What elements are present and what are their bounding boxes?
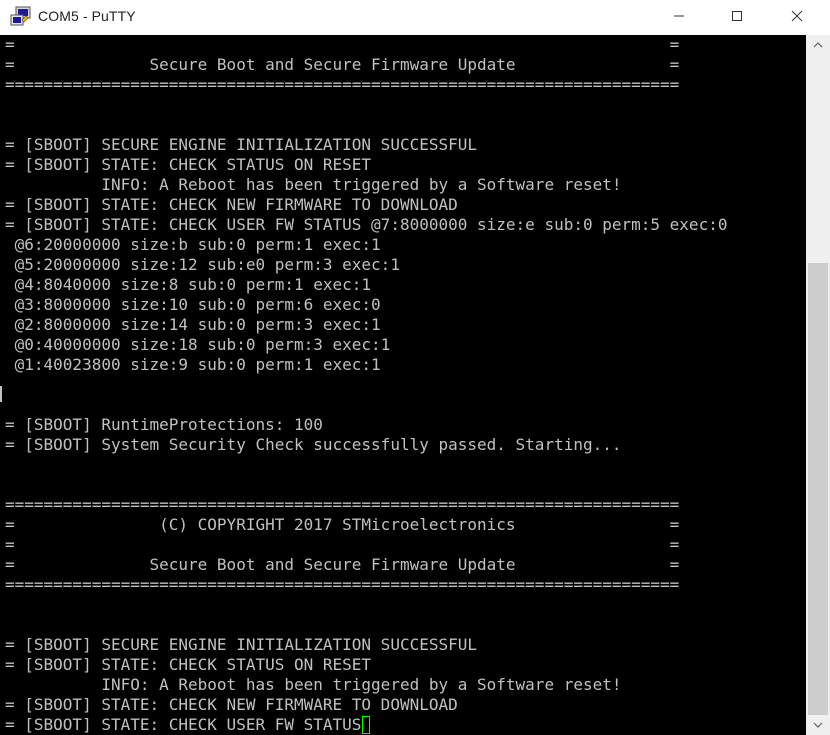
terminal-line-text: = [SBOOT] STATE: CHECK NEW FIRMWARE TO D… bbox=[5, 695, 458, 714]
terminal-line-text: @3:8000000 size:10 sub:0 perm:6 exec:0 bbox=[5, 295, 381, 314]
terminal-line-text: @2:8000000 size:14 sub:0 perm:3 exec:1 bbox=[5, 315, 381, 334]
terminal-screen[interactable]: = = = Secure Boot and Secure Firmware Upd… bbox=[0, 35, 806, 735]
window-title: COM5 - PuTTY bbox=[38, 8, 136, 24]
terminal-line-text: @6:20000000 size:b sub:0 perm:1 exec:1 bbox=[5, 235, 381, 254]
terminal-cursor bbox=[362, 716, 371, 734]
terminal-line-text: INFO: A Reboot has been triggered by a S… bbox=[5, 675, 622, 694]
terminal-line-text: = [SBOOT] STATE: CHECK USER FW STATUS @7… bbox=[5, 215, 728, 234]
terminal-line-text: = = bbox=[5, 535, 680, 554]
terminal-line: = [SBOOT] STATE: CHECK STATUS ON RESET bbox=[5, 655, 727, 675]
terminal-line-text: = Secure Boot and Secure Firmware Update… bbox=[5, 555, 680, 574]
terminal-line: = [SBOOT] STATE: CHECK NEW FIRMWARE TO D… bbox=[5, 195, 727, 215]
terminal-line: @5:20000000 size:12 sub:e0 perm:3 exec:1 bbox=[5, 255, 727, 275]
terminal-line: = [SBOOT] STATE: CHECK NEW FIRMWARE TO D… bbox=[5, 695, 727, 715]
minimize-button[interactable] bbox=[650, 0, 708, 32]
terminal-line: = [SBOOT] SECURE ENGINE INITIALIZATION S… bbox=[5, 135, 727, 155]
terminal-line: ========================================… bbox=[5, 495, 727, 515]
terminal-line-text: @1:40023800 size:9 sub:0 perm:1 exec:1 bbox=[5, 355, 381, 374]
terminal-line-text: = [SBOOT] STATE: CHECK NEW FIRMWARE TO D… bbox=[5, 195, 458, 214]
terminal-line-text: = [SBOOT] STATE: CHECK STATUS ON RESET bbox=[5, 655, 372, 674]
terminal-line: @0:40000000 size:18 sub:0 perm:3 exec:1 bbox=[5, 335, 727, 355]
maximize-icon bbox=[732, 11, 742, 21]
terminal-line-text: INFO: A Reboot has been triggered by a S… bbox=[5, 175, 622, 194]
terminal-line: = Secure Boot and Secure Firmware Update… bbox=[5, 555, 727, 575]
maximize-button[interactable] bbox=[708, 0, 766, 32]
terminal-line-text: ========================================… bbox=[5, 495, 680, 514]
terminal-line: = = bbox=[5, 535, 727, 555]
close-icon bbox=[791, 10, 803, 22]
terminal-line: @4:8040000 size:8 sub:0 perm:1 exec:1 bbox=[5, 275, 727, 295]
terminal-line: = [SBOOT] STATE: CHECK STATUS ON RESET bbox=[5, 155, 727, 175]
terminal-line: = [SBOOT] STATE: CHECK USER FW STATUS @7… bbox=[5, 215, 727, 235]
terminal-line: INFO: A Reboot has been triggered by a S… bbox=[5, 675, 727, 695]
close-button[interactable] bbox=[768, 0, 826, 32]
terminal-line-text: = [SBOOT] RuntimeProtections: 100 bbox=[5, 415, 323, 434]
terminal-line-text: = Secure Boot and Secure Firmware Update… bbox=[5, 55, 680, 74]
terminal-line: ========================================… bbox=[5, 75, 727, 95]
scroll-up-arrow-icon bbox=[813, 42, 823, 48]
terminal-line-text: @4:8040000 size:8 sub:0 perm:1 exec:1 bbox=[5, 275, 372, 294]
left-edge-marker bbox=[0, 386, 2, 402]
terminal-line: = (C) COPYRIGHT 2017 STMicroelectronics … bbox=[5, 515, 727, 535]
scroll-thumb[interactable] bbox=[808, 263, 828, 715]
terminal-line: = [SBOOT] System Security Check successf… bbox=[5, 435, 727, 455]
terminal-line-text: = [SBOOT] STATE: CHECK STATUS ON RESET bbox=[5, 155, 372, 174]
putty-window: COM5 - PuTTY = = = Secure Boot and Secur… bbox=[0, 0, 830, 735]
terminal-line: ========================================… bbox=[5, 575, 727, 595]
terminal-line: = Secure Boot and Secure Firmware Update… bbox=[5, 55, 727, 75]
terminal-line: @6:20000000 size:b sub:0 perm:1 exec:1 bbox=[5, 235, 727, 255]
scroll-down-arrow-icon bbox=[813, 722, 823, 728]
terminal-line-text: = [SBOOT] SECURE ENGINE INITIALIZATION S… bbox=[5, 635, 478, 654]
terminal-line-text: ========================================… bbox=[5, 75, 680, 94]
terminal-line: = [SBOOT] STATE: CHECK USER FW STATUS bbox=[5, 715, 727, 735]
terminal-output: = = = Secure Boot and Secure Firmware Upd… bbox=[5, 35, 727, 735]
terminal-line-text: = = bbox=[5, 35, 680, 54]
terminal-line: @1:40023800 size:9 sub:0 perm:1 exec:1 bbox=[5, 355, 727, 375]
terminal-line: = [SBOOT] SECURE ENGINE INITIALIZATION S… bbox=[5, 635, 727, 655]
scroll-up-button[interactable] bbox=[806, 35, 830, 55]
terminal-line: = = bbox=[5, 35, 727, 55]
terminal-line: @2:8000000 size:14 sub:0 perm:3 exec:1 bbox=[5, 315, 727, 335]
putty-app-icon[interactable] bbox=[10, 6, 32, 28]
terminal-line: = [SBOOT] RuntimeProtections: 100 bbox=[5, 415, 727, 435]
terminal-line-text: @5:20000000 size:12 sub:e0 perm:3 exec:1 bbox=[5, 255, 400, 274]
terminal-line: @3:8000000 size:10 sub:0 perm:6 exec:0 bbox=[5, 295, 727, 315]
terminal-line-text: ========================================… bbox=[5, 575, 680, 594]
terminal-line: INFO: A Reboot has been triggered by a S… bbox=[5, 175, 727, 195]
terminal-line-text: = [SBOOT] SECURE ENGINE INITIALIZATION S… bbox=[5, 135, 478, 154]
minimize-icon bbox=[674, 15, 684, 17]
terminal-line-text: = [SBOOT] STATE: CHECK USER FW STATUS bbox=[5, 715, 362, 734]
terminal-line-text: = [SBOOT] System Security Check successf… bbox=[5, 435, 622, 454]
scroll-down-button[interactable] bbox=[806, 715, 830, 735]
vertical-scrollbar[interactable] bbox=[806, 35, 830, 735]
terminal-line-text: @0:40000000 size:18 sub:0 perm:3 exec:1 bbox=[5, 335, 391, 354]
title-bar[interactable]: COM5 - PuTTY bbox=[0, 0, 830, 34]
terminal-line-text: = (C) COPYRIGHT 2017 STMicroelectronics … bbox=[5, 515, 680, 534]
